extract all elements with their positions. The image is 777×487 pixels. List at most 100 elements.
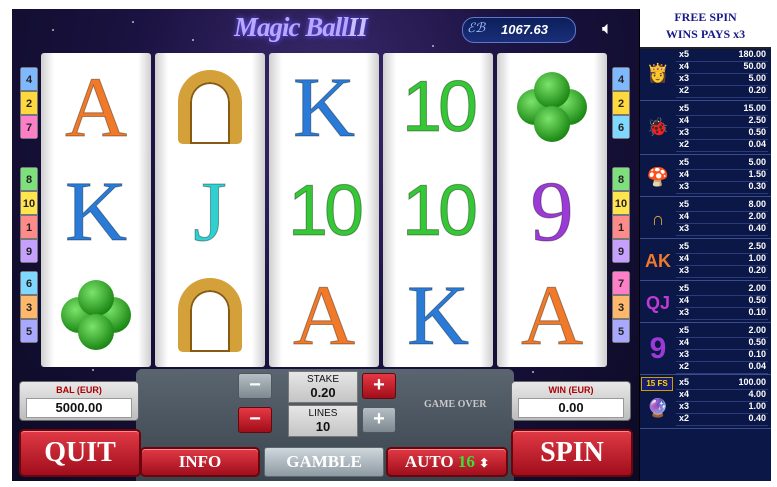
line-number-2: 2 — [612, 91, 630, 115]
paytable-multiplier: x4 — [679, 389, 690, 399]
paytable-payout: 0.10 — [748, 307, 766, 317]
paytable-multiplier: x5 — [679, 157, 690, 167]
line-number-7: 7 — [20, 115, 38, 139]
line-number-3: 3 — [20, 295, 38, 319]
reel-4: 10 10 K — [383, 53, 493, 367]
paytable-row: x3 0.10 — [676, 307, 768, 320]
horseshoe-symbol-icon — [155, 263, 265, 367]
balance-panel: BAL (EUR) 5000.00 — [19, 381, 139, 421]
slot-machine: Magic BallII ℰℬ 1067.63 🔈︎ 427 8 10 1 9 635… — [12, 9, 639, 481]
paytable-group: 👸 x5 180.00 x4 50.00 x3 5.00 x2 0.20 — [640, 49, 771, 98]
paytable-multiplier: x4 — [679, 169, 690, 179]
info-button[interactable]: INFO — [140, 447, 260, 477]
paytable-multiplier: x3 — [679, 73, 690, 83]
paytable-separator — [640, 322, 771, 323]
paytable-multiplier: x4 — [679, 211, 690, 221]
paytable-row: x2 0.04 — [676, 139, 768, 152]
auto-label: AUTO — [404, 452, 454, 471]
paytable-multiplier: x2 — [679, 413, 690, 423]
paytable-group: 🔮 15 FS x5 100.00 x4 4.00 x3 1.00 x2 0.40 — [640, 377, 771, 426]
line-number-1: 1 — [612, 215, 630, 239]
symbol-10: 10 — [383, 55, 493, 159]
line-number-8: 8 — [612, 167, 630, 191]
paytable-payout: 1.00 — [748, 401, 766, 411]
paytable-payout: 2.00 — [748, 283, 766, 293]
line-number-9: 9 — [612, 239, 630, 263]
line-number-1: 1 — [20, 215, 38, 239]
paytable-multiplier: x5 — [679, 49, 690, 59]
symbol-A: A — [41, 55, 151, 159]
paytable-multiplier: x3 — [679, 127, 690, 137]
horseshoe-symbol-icon — [155, 55, 265, 159]
line-number-9: 9 — [20, 239, 38, 263]
line-number-10: 10 — [612, 191, 630, 215]
logo-text: Magic Ball — [234, 12, 349, 42]
reels-area: A K J K 10 A 10 10 K 9 A — [41, 53, 609, 367]
paytable-payout: 0.04 — [748, 361, 766, 371]
paytable-multiplier: x3 — [679, 223, 690, 233]
magic-ball-icon: 🔮 — [646, 397, 670, 418]
speaker-icon[interactable]: 🔈︎ — [602, 18, 613, 39]
symbol-K: K — [269, 55, 379, 159]
symbol-label: 10 — [287, 171, 364, 251]
balance-display: ℰℬ 1067.63 — [462, 17, 576, 43]
paytable-group: 9 x5 2.00 x4 0.50 x3 0.10 x2 0.04 — [640, 325, 771, 374]
fortune-teller-icon: 👸 — [646, 62, 670, 83]
symbol-A: A — [269, 263, 379, 367]
clover-symbol-icon — [497, 55, 607, 159]
paytable-payout: 0.30 — [748, 181, 766, 191]
line-indicators-left-mid: 8 10 1 9 — [20, 167, 38, 263]
line-number-10: 10 — [20, 191, 38, 215]
reel-5: 9A — [497, 53, 607, 367]
paytable-multiplier: x5 — [679, 241, 690, 251]
paytable-payout: 0.04 — [748, 139, 766, 149]
paytable-separator — [640, 280, 771, 281]
paytable-multiplier: x5 — [679, 377, 690, 387]
stake-plus-button[interactable]: + — [362, 373, 396, 399]
logo-number: II — [347, 12, 368, 42]
paytable-payout: 0.50 — [748, 295, 766, 305]
line-indicators-left-bottom: 635 — [20, 271, 38, 343]
paytable-group: 🍄 x5 5.00 x4 1.50 x3 0.30 — [640, 157, 771, 194]
lines-panel: LINES 10 — [288, 405, 358, 437]
paytable-payout: 0.40 — [748, 413, 766, 423]
paytable-separator — [640, 100, 771, 101]
paytable-separator — [640, 428, 771, 429]
lines-plus-button[interactable]: + — [362, 407, 396, 433]
line-number-6: 6 — [612, 115, 630, 139]
stake-minus-button[interactable]: − — [238, 373, 272, 399]
paytable: FREE SPIN WINS PAYS x3 👸 x5 180.00 x4 50.00 x… — [639, 9, 771, 481]
line-indicators-right-mid: 8 10 1 9 — [612, 167, 630, 263]
paytable-row: x2 0.40 — [676, 413, 768, 426]
ak-icon: AK — [645, 250, 671, 271]
star — [52, 29, 54, 31]
win-amount: 0.00 — [518, 398, 624, 418]
lines-minus-button[interactable]: − — [238, 407, 272, 433]
balance-amount: 5000.00 — [26, 398, 132, 418]
symbol-label: 9 — [530, 163, 574, 259]
game-screen: Magic BallII ℰℬ 1067.63 🔈︎ 427 8 10 1 9 635… — [0, 0, 777, 487]
paytable-payout: 0.10 — [748, 349, 766, 359]
free-spins-badge: 15 FS — [641, 377, 673, 391]
gamble-button[interactable]: GAMBLE — [264, 447, 384, 477]
paytable-multiplier: x5 — [679, 199, 690, 209]
quit-button[interactable]: QUIT — [19, 429, 141, 477]
line-number-7: 7 — [612, 271, 630, 295]
symbol-label: K — [292, 59, 356, 155]
paytable-payout: 2.50 — [748, 241, 766, 251]
up-down-arrows-icon: ⬍ — [479, 456, 490, 470]
clover-symbol-icon — [41, 263, 151, 367]
line-number-5: 5 — [612, 319, 630, 343]
spin-button[interactable]: SPIN — [511, 429, 633, 477]
line-number-3: 3 — [612, 295, 630, 319]
line-number-8: 8 — [20, 167, 38, 191]
star — [192, 39, 194, 41]
game-logo: Magic BallII — [234, 12, 368, 43]
paytable-payout: 1.00 — [748, 253, 766, 263]
paytable-payout: 8.00 — [748, 199, 766, 209]
auto-button[interactable]: AUTO 16 ⬍ — [386, 447, 508, 477]
symbol-J: J — [155, 159, 265, 263]
paytable-row: x2 0.20 — [676, 85, 768, 98]
paytable-separator — [640, 196, 771, 197]
paytable-multiplier: x4 — [679, 295, 690, 305]
